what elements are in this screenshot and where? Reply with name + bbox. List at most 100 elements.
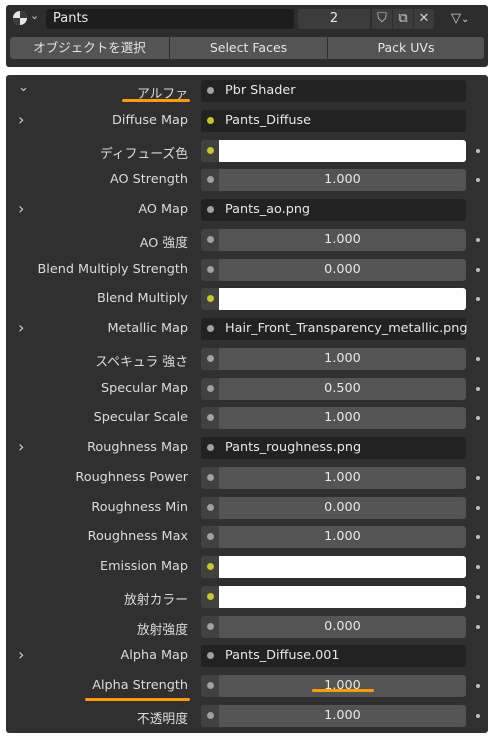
socket-button[interactable] — [201, 169, 219, 192]
linked-node-name: Pants_roughness.png — [225, 440, 362, 455]
number-field[interactable]: 1.000 — [219, 347, 466, 370]
color-swatch-field[interactable] — [219, 288, 466, 311]
users-count[interactable]: 2 — [298, 9, 370, 29]
socket-button[interactable] — [201, 139, 219, 162]
keyframe-dot-icon[interactable] — [476, 475, 480, 480]
socket-button[interactable] — [201, 526, 219, 549]
socket-icon[interactable] — [207, 444, 214, 451]
pack-uvs-button[interactable]: Pack UVs — [328, 37, 484, 59]
color-swatch-field[interactable] — [219, 139, 466, 162]
material-sphere-icon[interactable] — [12, 10, 28, 26]
property-label: 放射カラー — [124, 592, 188, 608]
number-field[interactable]: 1.000 — [219, 228, 466, 251]
socket-icon[interactable] — [207, 652, 214, 660]
fake-user-shield-icon[interactable]: ⛉ — [372, 9, 392, 29]
linked-node-field[interactable]: Pants_roughness.png — [201, 437, 466, 459]
chevron-right-icon[interactable]: › — [18, 318, 32, 337]
number-field[interactable]: 0.000 — [219, 615, 466, 638]
socket-button[interactable] — [201, 704, 219, 727]
socket-button[interactable] — [201, 377, 219, 400]
keyframe-dot-icon[interactable] — [476, 237, 480, 242]
linked-node-name: Pants_Diffuse.001 — [225, 648, 340, 664]
keyframe-dot-icon[interactable] — [476, 565, 480, 569]
number-field[interactable]: 1.000 — [219, 466, 466, 489]
socket-button[interactable] — [201, 585, 219, 608]
select-object-button[interactable]: オブジェクトを選択 — [10, 37, 170, 59]
socket-button[interactable] — [201, 228, 219, 251]
keyframe-dot-icon[interactable] — [476, 713, 480, 718]
socket-button[interactable] — [201, 466, 219, 489]
socket-button[interactable] — [201, 288, 219, 311]
keyframe-dot-icon[interactable] — [476, 594, 480, 599]
number-field[interactable]: 1.000 — [219, 675, 466, 697]
color-swatch-field[interactable] — [219, 556, 466, 578]
unlink-close-icon[interactable]: ✕ — [414, 9, 434, 29]
keyframe-dot-icon[interactable] — [476, 267, 480, 272]
socket-icon — [207, 533, 214, 541]
linked-node-field[interactable]: Pants_Diffuse.001 — [201, 645, 466, 668]
socket-button[interactable] — [201, 615, 219, 638]
color-swatch-field[interactable] — [219, 585, 466, 608]
property-label: Alpha Strength — [92, 678, 188, 693]
chevron-right-icon[interactable]: › — [18, 199, 32, 218]
duplicate-material-icon[interactable]: ⧉ — [393, 9, 413, 29]
node-tree-selector[interactable]: ▽⌄ — [451, 9, 483, 29]
chevron-down-icon[interactable]: ⌄ — [18, 80, 32, 95]
socket-button[interactable] — [201, 347, 219, 370]
property-label: Blend Multiply Strength — [37, 261, 188, 277]
property-row: スペキュラ 強さ 1.000 — [6, 347, 488, 372]
socket-button[interactable] — [201, 556, 219, 578]
linked-node-field[interactable]: Hair_Front_Transparency_metallic.png — [201, 318, 468, 340]
socket-icon[interactable] — [207, 87, 214, 94]
number-field[interactable]: 0.500 — [219, 377, 466, 400]
socket-icon — [207, 176, 214, 184]
socket-button[interactable] — [201, 258, 219, 281]
property-row: AO Strength 1.000 — [6, 169, 488, 193]
node-tree-icon: ▽ — [451, 11, 461, 26]
select-faces-button[interactable]: Select Faces — [170, 37, 328, 59]
socket-button[interactable] — [201, 675, 219, 697]
number-field[interactable]: 0.000 — [219, 258, 466, 281]
number-field[interactable]: 0.000 — [219, 496, 466, 519]
chevron-right-icon[interactable]: › — [18, 110, 32, 129]
keyframe-dot-icon[interactable] — [476, 297, 480, 302]
socket-icon[interactable] — [207, 325, 214, 332]
property-label: Alpha Map — [120, 648, 188, 664]
property-label: Specular Map — [101, 380, 188, 396]
number-field[interactable]: 1.000 — [219, 704, 466, 727]
socket-icon[interactable] — [207, 206, 214, 213]
keyframe-dot-icon[interactable] — [476, 624, 480, 629]
socket-button[interactable] — [201, 496, 219, 519]
keyframe-dot-icon[interactable] — [476, 356, 480, 361]
chevron-right-icon[interactable]: › — [18, 437, 32, 456]
property-row: Specular Scale 1.000 — [6, 407, 488, 431]
socket-icon — [207, 592, 214, 600]
socket-icon — [207, 711, 214, 719]
property-label: Roughness Min — [91, 499, 188, 515]
keyframe-dot-icon[interactable] — [476, 535, 480, 540]
keyframe-dot-icon[interactable] — [476, 684, 480, 688]
linked-node-field[interactable]: Pants_ao.png — [201, 199, 466, 221]
keyframe-dot-icon[interactable] — [476, 505, 480, 510]
linked-node-field[interactable]: Pbr Shader — [201, 80, 466, 102]
material-name-field[interactable]: Pants — [46, 9, 294, 29]
chevron-down-icon[interactable]: ⌄ — [30, 9, 39, 22]
property-row: › Metallic Map Hair_Front_Transparency_met… — [6, 318, 488, 342]
property-label: Blend Multiply — [96, 291, 188, 307]
keyframe-dot-icon[interactable] — [476, 178, 480, 183]
property-row: 放射カラー — [6, 585, 488, 610]
number-field[interactable]: 1.000 — [219, 526, 466, 549]
linked-node-field[interactable]: Pants_Diffuse — [201, 109, 466, 132]
property-row: ⌄ アルファ Pbr Shader — [6, 80, 488, 104]
keyframe-dot-icon[interactable] — [476, 386, 480, 391]
socket-icon[interactable] — [207, 116, 214, 124]
socket-icon — [207, 682, 214, 689]
chevron-right-icon[interactable]: › — [18, 645, 32, 664]
socket-button[interactable] — [201, 407, 219, 430]
keyframe-dot-icon[interactable] — [476, 148, 480, 153]
keyframe-dot-icon[interactable] — [476, 416, 480, 421]
property-row: Emission Map — [6, 556, 488, 580]
number-field[interactable]: 1.000 — [219, 169, 466, 192]
property-label: AO Map — [138, 202, 188, 217]
number-field[interactable]: 1.000 — [219, 407, 466, 430]
